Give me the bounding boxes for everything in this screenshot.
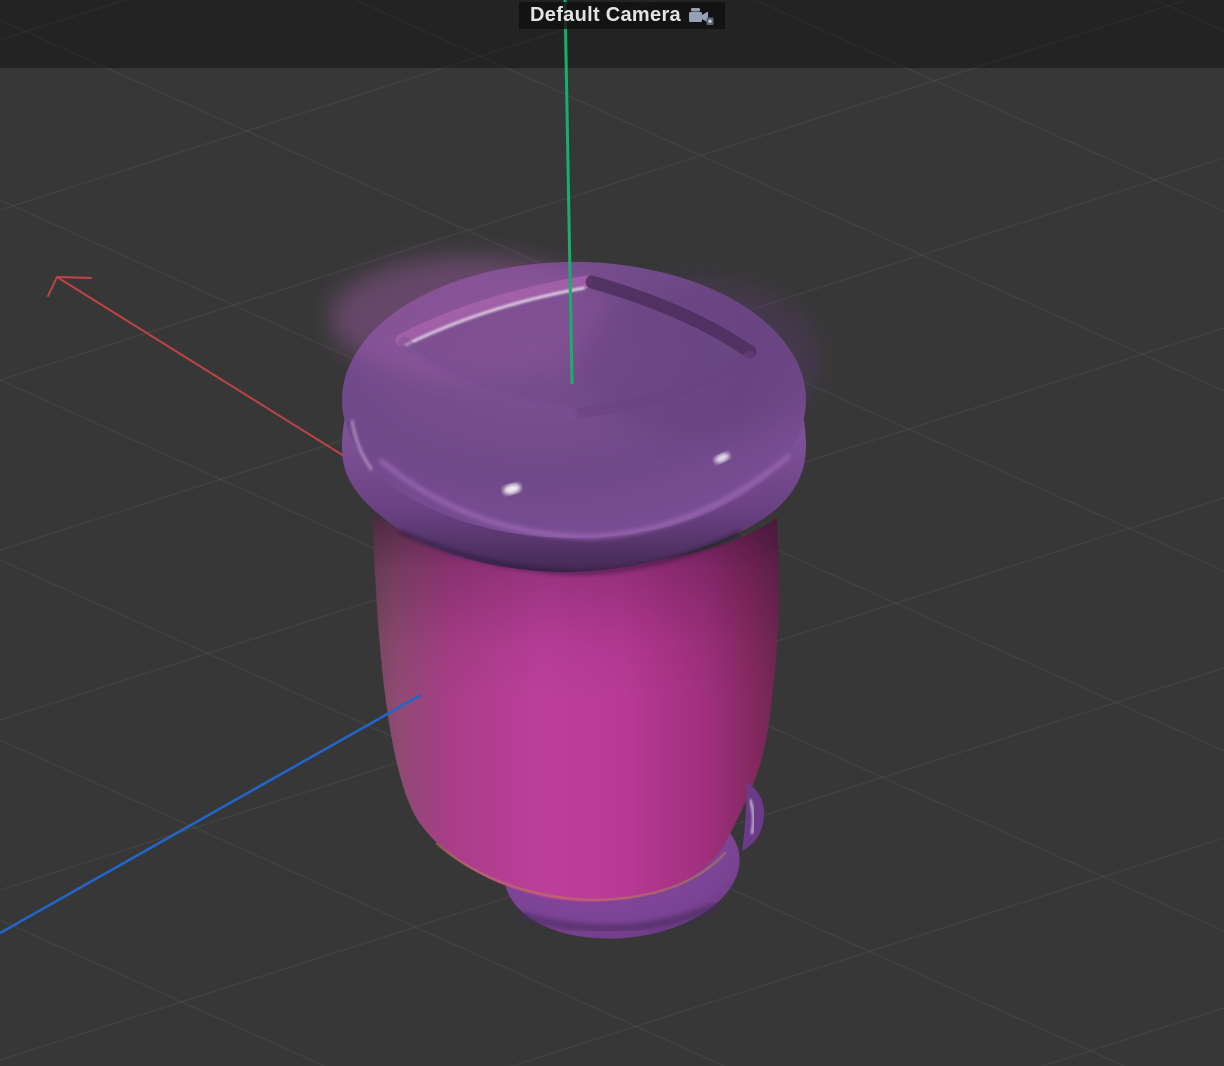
x-axis-arrow-a xyxy=(57,277,91,278)
camera-icon xyxy=(688,6,714,26)
camera-label-text: Default Camera xyxy=(530,4,681,27)
model-lid[interactable] xyxy=(330,256,820,573)
scene-canvas[interactable] xyxy=(0,0,1224,1066)
camera-label[interactable]: Default Camera xyxy=(519,2,725,29)
scene-viewport[interactable]: Default Camera xyxy=(0,0,1224,1066)
